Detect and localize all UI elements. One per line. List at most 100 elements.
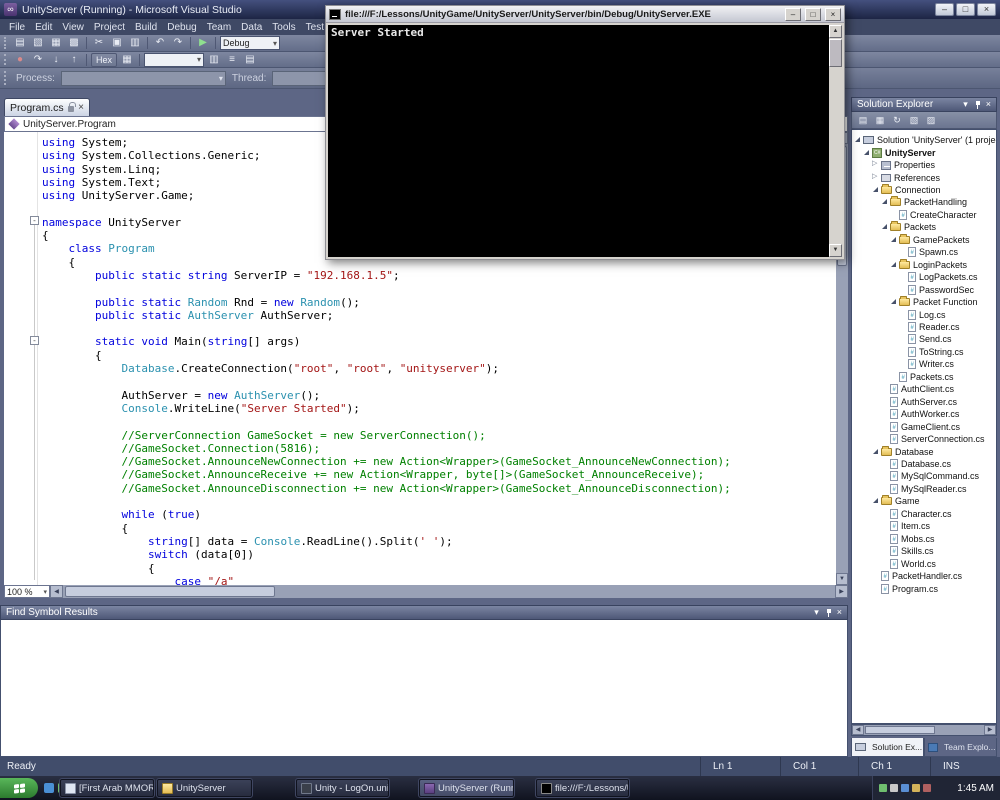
- new-file-icon[interactable]: ▤: [12, 36, 28, 50]
- scroll-right-icon[interactable]: ▶: [835, 585, 848, 598]
- tree-item[interactable]: Database: [852, 445, 996, 457]
- hex-button[interactable]: Hex: [91, 53, 117, 67]
- tree-item[interactable]: Solution 'UnityServer' (1 project): [852, 134, 996, 146]
- editor-horizontal-scrollbar[interactable]: ◀ ▶: [50, 585, 848, 598]
- copy-icon[interactable]: ▣: [109, 36, 125, 50]
- tree-item[interactable]: CreateCharacter: [852, 209, 996, 221]
- panel-tab-team[interactable]: Team Explo...: [924, 738, 997, 757]
- tray-icon[interactable]: [890, 784, 898, 792]
- process-combo[interactable]: ▾: [61, 71, 226, 86]
- tab-program-cs[interactable]: Program.cs ×: [4, 98, 90, 116]
- taskbar-button[interactable]: [First Arab MMORPG ...: [60, 779, 154, 797]
- scrollbar-thumb[interactable]: [865, 726, 935, 734]
- menu-item-project[interactable]: Project: [89, 21, 130, 34]
- close-button[interactable]: ×: [977, 3, 996, 16]
- tray-icon[interactable]: [879, 784, 887, 792]
- tree-item[interactable]: Game: [852, 495, 996, 507]
- tree-item[interactable]: MySqlReader.cs: [852, 483, 996, 495]
- fold-collapse-box[interactable]: -: [30, 216, 39, 225]
- view-designer-icon[interactable]: ▨: [924, 114, 938, 127]
- console-titlebar[interactable]: file:///F:/Lessons/UnityGame/UnityServer…: [326, 6, 844, 23]
- tree-item[interactable]: Item.cs: [852, 520, 996, 532]
- fold-collapse-box[interactable]: -: [30, 336, 39, 345]
- tree-item[interactable]: AuthWorker.cs: [852, 408, 996, 420]
- scroll-left-icon[interactable]: ◀: [50, 585, 63, 598]
- cut-icon[interactable]: ✂: [91, 36, 107, 50]
- step-into-icon[interactable]: ↓: [48, 53, 64, 67]
- menu-item-tools[interactable]: Tools: [267, 21, 300, 34]
- tree-item[interactable]: Log.cs: [852, 308, 996, 320]
- tree-expander[interactable]: ▷: [872, 161, 880, 169]
- taskbar-button[interactable]: UnityServer (Running)...: [419, 779, 514, 797]
- tree-item[interactable]: Connection: [852, 184, 996, 196]
- tree-expander[interactable]: [890, 261, 898, 269]
- tree-item[interactable]: ▷Properties: [852, 159, 996, 171]
- call-stack-icon[interactable]: ≡: [224, 53, 240, 67]
- step-out-icon[interactable]: ↑: [66, 53, 82, 67]
- breakpoint-icon[interactable]: ●: [12, 53, 28, 67]
- tree-expander[interactable]: [872, 448, 880, 456]
- tree-item[interactable]: Reader.cs: [852, 321, 996, 333]
- tree-item[interactable]: Program.cs: [852, 582, 996, 594]
- zoom-combo[interactable]: 100 % ▾: [4, 585, 50, 598]
- taskbar-button[interactable]: file:///F:/Lessons/Unit...: [536, 779, 629, 797]
- tree-expander[interactable]: [854, 136, 862, 144]
- solution-explorer-horizontal-scrollbar[interactable]: ◀ ▶: [851, 724, 997, 736]
- console-maximize-button[interactable]: □: [805, 8, 821, 21]
- refresh-icon[interactable]: ↻: [890, 114, 904, 127]
- tree-item[interactable]: ▷References: [852, 171, 996, 183]
- tree-expander[interactable]: [872, 497, 880, 505]
- scrollbar-thumb[interactable]: [65, 586, 275, 597]
- tree-expander[interactable]: ▷: [872, 174, 880, 182]
- tree-expander[interactable]: [872, 186, 880, 194]
- tree-item[interactable]: AuthClient.cs: [852, 383, 996, 395]
- taskbar-button[interactable]: UnityServer: [157, 779, 252, 797]
- open-file-icon[interactable]: ▧: [30, 36, 46, 50]
- maximize-button[interactable]: □: [956, 3, 975, 16]
- tree-expander[interactable]: [881, 198, 889, 206]
- tree-item[interactable]: Packets.cs: [852, 371, 996, 383]
- save-icon[interactable]: ▦: [48, 36, 64, 50]
- menu-item-team[interactable]: Team: [202, 21, 236, 34]
- tree-item[interactable]: LoginPackets: [852, 259, 996, 271]
- tray-icon[interactable]: [901, 784, 909, 792]
- tree-item[interactable]: GamePackets: [852, 234, 996, 246]
- tray-icon[interactable]: [923, 784, 931, 792]
- output-window-icon[interactable]: ▤: [242, 53, 258, 67]
- properties-icon[interactable]: ▤: [856, 114, 870, 127]
- start-debug-icon[interactable]: ▶: [195, 36, 211, 50]
- console-output-area[interactable]: Server Started ▲ ▼: [328, 25, 842, 257]
- tree-item[interactable]: MySqlCommand.cs: [852, 470, 996, 482]
- step-over-icon[interactable]: ↷: [30, 53, 46, 67]
- console-scrollbar[interactable]: ▲ ▼: [829, 25, 842, 257]
- menu-item-edit[interactable]: Edit: [30, 21, 57, 34]
- tree-item[interactable]: UnityServer: [852, 146, 996, 158]
- solution-explorer-header[interactable]: Solution Explorer ▾ ×: [851, 97, 997, 112]
- tree-item[interactable]: GameClient.cs: [852, 420, 996, 432]
- redo-icon[interactable]: ↷: [170, 36, 186, 50]
- tree-item[interactable]: ToString.cs: [852, 346, 996, 358]
- window-position-icon[interactable]: ▾: [814, 606, 819, 619]
- tree-expander[interactable]: [890, 236, 898, 244]
- show-all-files-icon[interactable]: ▦: [873, 114, 887, 127]
- scroll-left-icon[interactable]: ◀: [852, 725, 864, 735]
- tree-item[interactable]: Skills.cs: [852, 545, 996, 557]
- tree-item[interactable]: Character.cs: [852, 508, 996, 520]
- taskbar-button[interactable]: Unity - LogOn.unity - ...: [296, 779, 389, 797]
- window-position-icon[interactable]: ▾: [963, 98, 968, 111]
- start-button[interactable]: [0, 778, 38, 798]
- tab-close-icon[interactable]: ×: [78, 103, 84, 113]
- minimize-button[interactable]: –: [935, 3, 954, 16]
- panel-tab-solution[interactable]: Solution Ex...: [851, 738, 924, 757]
- tree-expander[interactable]: [890, 298, 898, 306]
- tree-item[interactable]: Spawn.cs: [852, 246, 996, 258]
- tree-item[interactable]: AuthServer.cs: [852, 396, 996, 408]
- tree-item[interactable]: Mobs.cs: [852, 533, 996, 545]
- scrollbar-thumb[interactable]: [829, 39, 842, 67]
- paste-icon[interactable]: ▥: [127, 36, 143, 50]
- solution-configurations-combo[interactable]: Debug▾: [220, 36, 280, 50]
- tree-expander[interactable]: [881, 223, 889, 231]
- tree-expander[interactable]: [863, 149, 871, 157]
- menu-item-data[interactable]: Data: [236, 21, 267, 34]
- menu-item-file[interactable]: File: [4, 21, 30, 34]
